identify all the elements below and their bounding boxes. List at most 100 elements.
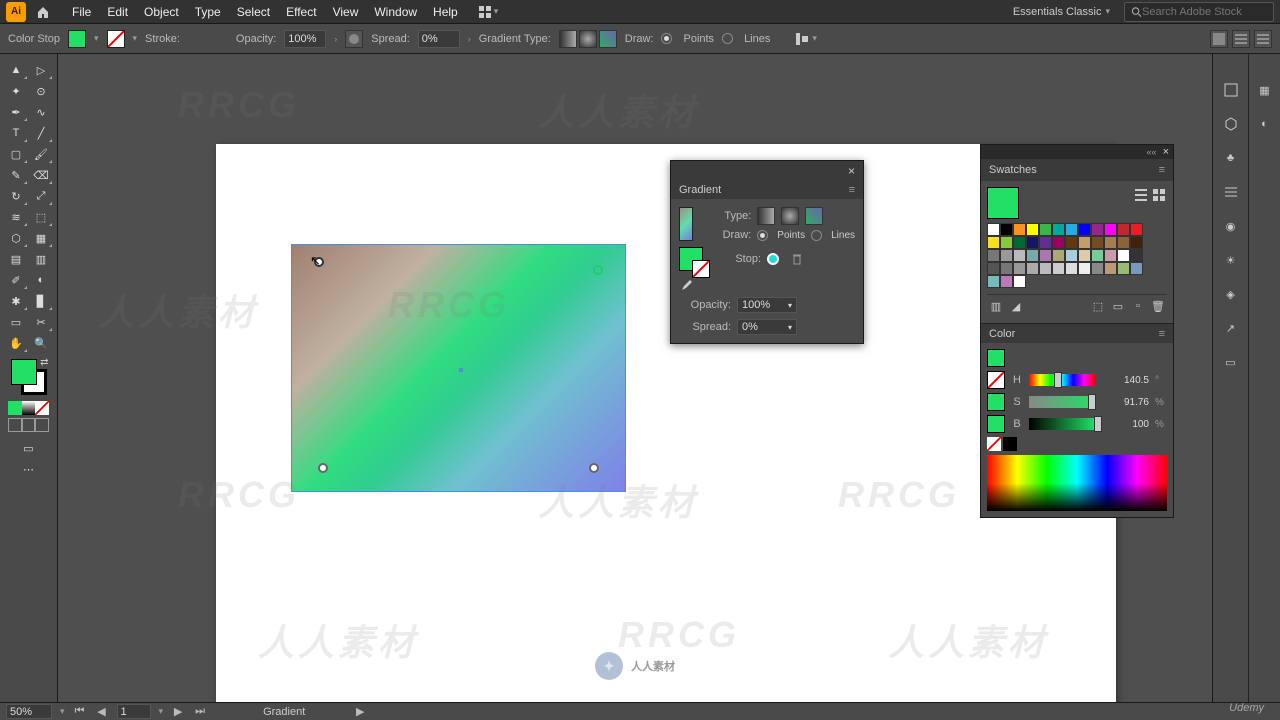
swatch-cell[interactable] xyxy=(1091,223,1104,236)
swatch-cell[interactable] xyxy=(987,236,1000,249)
swatch-cell[interactable] xyxy=(1117,262,1130,275)
gradtype-linear-icon[interactable] xyxy=(559,30,577,48)
swatch-cell[interactable] xyxy=(1091,262,1104,275)
swatch-kind-icon[interactable]: ◢ xyxy=(1009,299,1023,313)
arrange-icon[interactable]: ▾ xyxy=(478,5,499,19)
swatch-cell[interactable] xyxy=(1039,236,1052,249)
none-mode-icon[interactable] xyxy=(35,401,49,415)
brushes-icon[interactable]: ♣ xyxy=(1221,148,1241,168)
gradtype-freeform-icon[interactable] xyxy=(599,30,617,48)
magic-wand-tool-icon[interactable]: ✦ xyxy=(4,81,28,101)
hue-slider[interactable] xyxy=(1029,374,1095,386)
swatch-cell[interactable] xyxy=(1065,262,1078,275)
swatch-cell[interactable] xyxy=(1065,236,1078,249)
spread-arrow-icon[interactable]: › xyxy=(468,34,471,44)
swatch-cell[interactable] xyxy=(1091,249,1104,262)
menu-help[interactable]: Help xyxy=(425,5,466,19)
gradient-preview[interactable] xyxy=(679,207,693,241)
swap-fill-stroke-icon[interactable]: ⇄ xyxy=(40,357,48,368)
menu-edit[interactable]: Edit xyxy=(99,5,136,19)
swatch-cell[interactable] xyxy=(987,275,1000,288)
swatch-cell[interactable] xyxy=(1078,236,1091,249)
swatch-cell[interactable] xyxy=(1013,236,1026,249)
artboards-icon[interactable]: ▭ xyxy=(1221,352,1241,372)
gradient-panel-header[interactable]: × xyxy=(671,161,863,181)
swatch-cell[interactable] xyxy=(1000,236,1013,249)
draw-inside-icon[interactable] xyxy=(35,418,49,432)
panel-draw-lines-radio[interactable] xyxy=(811,230,822,241)
opacity-input[interactable] xyxy=(284,30,326,48)
swatch-cell[interactable] xyxy=(1026,236,1039,249)
fill-stroke-control[interactable]: ⇄ xyxy=(11,359,47,395)
panel-draw-points-radio[interactable] xyxy=(757,230,768,241)
swatch-cell[interactable] xyxy=(987,262,1000,275)
color-guide-icon[interactable]: ◐ xyxy=(1255,114,1275,134)
color-sat-swatch[interactable] xyxy=(987,393,1005,411)
menu-view[interactable]: View xyxy=(325,5,367,19)
fill-color-swatch[interactable] xyxy=(11,359,37,385)
slice-tool-icon[interactable]: ✂ xyxy=(29,312,53,332)
artboard-tool-icon[interactable]: ▭ xyxy=(4,312,28,332)
collapse-icon[interactable]: «« xyxy=(1147,147,1157,157)
gradtype-radial-icon[interactable] xyxy=(579,30,597,48)
gradient-stop-handle[interactable] xyxy=(589,463,599,473)
appearance-icon[interactable]: ◉ xyxy=(1221,216,1241,236)
swatch-cell[interactable] xyxy=(1078,262,1091,275)
eyedropper-tool-icon[interactable]: ✐ xyxy=(4,270,28,290)
pen-tool-icon[interactable]: ✒ xyxy=(4,102,28,122)
swatch-cell[interactable] xyxy=(1039,223,1052,236)
new-swatch-icon[interactable]: ▫ xyxy=(1131,299,1145,313)
swatch-cell[interactable] xyxy=(1104,249,1117,262)
color-spectrum[interactable] xyxy=(987,455,1167,511)
curvature-tool-icon[interactable]: ∿ xyxy=(29,102,53,122)
fill-chevron-icon[interactable]: ▾ xyxy=(94,33,99,44)
swatch-cell[interactable] xyxy=(1130,249,1143,262)
new-color-group-icon[interactable]: ▭ xyxy=(1111,299,1125,313)
gradient-stop-handle[interactable] xyxy=(593,265,603,275)
tool-info-arrow-icon[interactable]: ▶ xyxy=(353,705,367,719)
panel-menu-icon[interactable]: ≡ xyxy=(1159,328,1165,340)
draw-points-radio[interactable] xyxy=(661,33,672,44)
sat-slider[interactable] xyxy=(1029,396,1095,408)
menu-effect[interactable]: Effect xyxy=(278,5,324,19)
artboard-num-input[interactable] xyxy=(117,704,151,719)
menu-window[interactable]: Window xyxy=(366,5,425,19)
first-artboard-icon[interactable]: ⏮ xyxy=(73,705,87,719)
close-icon[interactable]: × xyxy=(848,164,855,178)
rotate-tool-icon[interactable]: ↻ xyxy=(4,186,28,206)
swatch-cell[interactable] xyxy=(1039,249,1052,262)
prefs-icon-1[interactable] xyxy=(1210,30,1228,48)
gradient-center-marker[interactable] xyxy=(459,368,463,372)
shape-builder-tool-icon[interactable]: ⬡ xyxy=(4,228,28,248)
eraser-tool-icon[interactable]: ⌫ xyxy=(29,165,53,185)
edit-toolbar-icon[interactable]: ⋯ xyxy=(17,459,41,479)
swatch-cell[interactable] xyxy=(1026,262,1039,275)
align-icon[interactable]: ▾ xyxy=(794,31,817,47)
workspace-selector[interactable]: Essentials Classic ▾ xyxy=(1007,4,1116,20)
gradient-mode-icon[interactable] xyxy=(22,401,36,415)
draw-lines-radio[interactable] xyxy=(722,33,733,44)
swatch-cell[interactable] xyxy=(1078,223,1091,236)
gradient-stop-handle[interactable] xyxy=(318,463,328,473)
swatch-cell[interactable] xyxy=(1117,223,1130,236)
swatch-cell[interactable] xyxy=(1065,223,1078,236)
swatch-cell[interactable] xyxy=(987,223,1000,236)
recolor-icon[interactable] xyxy=(345,30,363,48)
swatch-cell[interactable] xyxy=(1104,223,1117,236)
swatch-cell[interactable] xyxy=(1065,249,1078,262)
opacity-arrow-icon[interactable]: › xyxy=(334,34,337,44)
swatch-cell[interactable] xyxy=(1104,236,1117,249)
graph-tool-icon[interactable]: ▊ xyxy=(29,291,53,311)
home-icon[interactable] xyxy=(34,3,52,21)
list-view-icon[interactable] xyxy=(1133,187,1149,203)
spread-input[interactable] xyxy=(418,30,460,48)
swatch-cell[interactable] xyxy=(1000,262,1013,275)
properties-icon[interactable] xyxy=(1221,80,1241,100)
stop-fill-swatch[interactable] xyxy=(679,247,703,271)
rectangle-tool-icon[interactable]: ▢ xyxy=(4,144,28,164)
libraries-icon[interactable] xyxy=(1221,114,1241,134)
swatch-cell[interactable] xyxy=(1026,249,1039,262)
width-tool-icon[interactable]: ≋ xyxy=(4,207,28,227)
color-stroke-swatch[interactable] xyxy=(987,371,1005,389)
panel-opacity-dropdown[interactable]: 100%▾ xyxy=(737,297,797,313)
